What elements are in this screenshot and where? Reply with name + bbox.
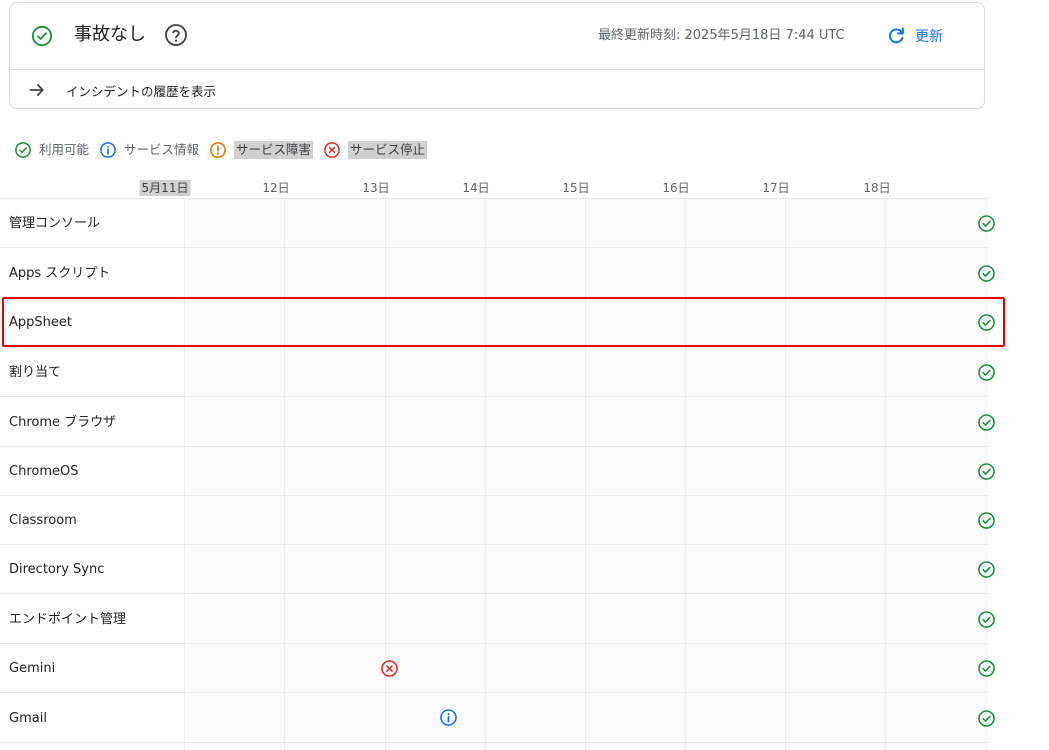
last-updated-text: 最終更新時刻: 2025年5月18日 7:44 UTC — [598, 28, 845, 43]
status-card: 事故なし 最終更新時刻: 2025年5月18日 7:44 UTC 更新 インシデ… — [9, 2, 985, 109]
refresh-icon — [888, 27, 904, 44]
legend-label: サービス障害 — [234, 141, 314, 159]
legend-disruption: サービス障害 — [209, 141, 314, 159]
service-name: Gemini — [9, 661, 56, 676]
check-circle-icon — [978, 215, 995, 232]
legend-info: サービス情報 — [99, 141, 199, 159]
service-row[interactable]: Chrome ブラウザ — [0, 398, 995, 447]
exclamation-circle-icon — [210, 142, 226, 158]
legend-outage: サービス停止 — [323, 141, 428, 159]
info-circle-icon — [100, 142, 116, 158]
day-header: 13日 — [362, 181, 390, 195]
service-row[interactable]: Gemini — [0, 644, 995, 693]
help-icon[interactable] — [164, 23, 188, 47]
service-row[interactable]: Classroom — [0, 496, 995, 545]
day-header: 5月11日 — [139, 180, 191, 196]
service-name: 割り当て — [9, 365, 62, 380]
service-name: Directory Sync — [9, 562, 105, 577]
day-header: 17日 — [762, 181, 790, 195]
legend-label: サービス情報 — [124, 142, 200, 157]
service-name: ChromeOS — [9, 464, 79, 479]
refresh-button[interactable]: 更新 — [885, 24, 943, 48]
service-row[interactable]: エンドポイント管理 — [0, 595, 995, 644]
incident-history-link[interactable]: インシデントの履歴を表示 — [27, 80, 216, 100]
service-name: Chrome ブラウザ — [9, 415, 117, 430]
legend-label: サービス停止 — [348, 141, 428, 159]
check-circle-icon — [978, 512, 995, 529]
service-name: Apps スクリプト — [9, 266, 111, 281]
incident-history-label: インシデントの履歴を表示 — [66, 83, 217, 99]
legend-available: 利用可能 — [14, 141, 89, 159]
day-header: 18日 — [863, 181, 891, 195]
x-circle-icon — [324, 142, 340, 158]
check-circle-icon — [978, 660, 995, 677]
status-legend: 利用可能 サービス情報 サービス障害 サービス停止 — [14, 139, 437, 161]
service-row[interactable]: Apps スクリプト — [0, 249, 995, 298]
check-circle-icon — [15, 142, 31, 158]
refresh-label: 更新 — [915, 29, 943, 45]
check-circle-icon — [978, 414, 995, 431]
day-header: 15日 — [562, 181, 590, 195]
arrow-right-icon — [29, 84, 44, 96]
service-name: 管理コンソール — [9, 216, 101, 231]
day-header: 14日 — [462, 181, 490, 195]
day-header: 16日 — [662, 181, 690, 195]
check-circle-icon — [31, 25, 53, 47]
status-title: 事故なし — [74, 24, 146, 45]
check-circle-icon — [978, 561, 995, 578]
service-row[interactable]: 管理コンソール — [0, 199, 995, 248]
status-header: 事故なし 最終更新時刻: 2025年5月18日 7:44 UTC 更新 — [10, 3, 984, 70]
check-circle-icon — [978, 463, 995, 480]
check-circle-icon — [978, 710, 995, 727]
service-name: Classroom — [9, 513, 77, 528]
service-name: エンドポイント管理 — [9, 612, 127, 627]
service-row[interactable]: Directory Sync — [0, 545, 995, 594]
legend-label: 利用可能 — [39, 142, 90, 157]
service-name: Gmail — [9, 711, 47, 726]
service-row[interactable]: 割り当て — [0, 348, 995, 397]
check-circle-icon — [978, 265, 995, 282]
info-circle-icon[interactable] — [439, 708, 458, 727]
check-circle-icon — [978, 611, 995, 628]
day-header: 12日 — [262, 181, 290, 195]
service-row[interactable]: ChromeOS — [0, 447, 995, 496]
check-circle-icon — [978, 364, 995, 381]
highlight-box — [2, 297, 1005, 347]
service-row[interactable]: Gmail — [0, 694, 995, 743]
x-circle-icon[interactable] — [380, 659, 399, 678]
